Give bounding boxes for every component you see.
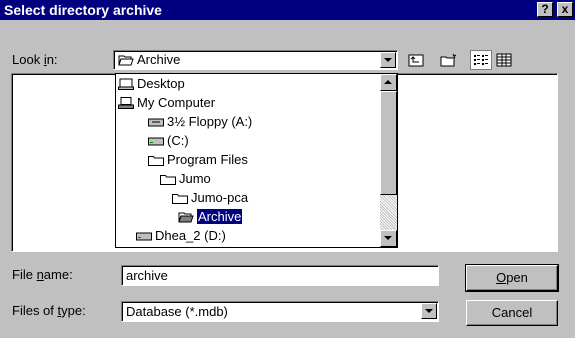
open-folder-icon <box>118 55 134 66</box>
look-in-label: Look in: <box>12 52 58 67</box>
floppy-drive-icon <box>148 118 164 127</box>
tree-item-floppy[interactable]: 3½ Floppy (A:) <box>148 112 252 131</box>
file-name-label: File name: <box>12 267 73 282</box>
tree-item-jumo-pca[interactable]: Jumo-pca <box>172 188 248 207</box>
tree-item-archive[interactable]: Archive <box>178 207 243 226</box>
look-in-dropdown-button[interactable] <box>380 52 396 68</box>
tree-item-c-drive[interactable]: (C:) <box>148 131 189 150</box>
chevron-down-icon <box>425 309 433 313</box>
cancel-button[interactable]: Cancel <box>466 300 558 326</box>
list-view-icon <box>474 55 488 65</box>
new-folder-icon <box>440 53 457 67</box>
folder-icon <box>160 174 176 185</box>
scroll-up-button[interactable] <box>380 74 397 91</box>
look-in-combo[interactable]: Archive <box>113 50 398 70</box>
scroll-down-button[interactable] <box>380 230 397 247</box>
close-button[interactable]: x <box>557 2 573 17</box>
tree-item-d-drive[interactable]: Dhea_2 (D:) <box>136 226 226 245</box>
title-bar[interactable]: Select directory archive ? x <box>0 0 575 20</box>
look-in-dropdown-list[interactable]: Desktop My Computer 3½ Floppy (A:) (C:) … <box>115 73 398 248</box>
files-of-type-select[interactable]: Database (*.mdb) <box>121 301 439 322</box>
open-folder-icon <box>178 212 194 223</box>
scroll-thumb[interactable] <box>380 91 397 195</box>
up-one-level-button[interactable] <box>405 50 427 70</box>
list-view-button[interactable] <box>470 50 492 70</box>
hard-drive-icon <box>148 137 164 146</box>
new-folder-button[interactable] <box>438 50 460 70</box>
chevron-up-icon <box>384 80 392 84</box>
tree-item-my-computer[interactable]: My Computer <box>118 93 215 112</box>
dropdown-scrollbar[interactable] <box>380 74 397 247</box>
details-view-button[interactable] <box>493 50 515 70</box>
files-of-type-label: Files of type: <box>12 303 86 318</box>
files-of-type-dropdown-button[interactable] <box>421 303 437 319</box>
hard-drive-icon <box>136 232 152 241</box>
help-button[interactable]: ? <box>537 2 553 17</box>
look-in-value: Archive <box>137 52 181 67</box>
window-title: Select directory archive <box>4 2 162 18</box>
file-name-input[interactable]: archive <box>121 265 439 286</box>
folder-icon <box>172 193 188 204</box>
chevron-down-icon <box>384 58 392 62</box>
folder-icon <box>148 155 164 166</box>
open-button[interactable]: Open <box>465 264 559 292</box>
computer-icon <box>118 96 134 109</box>
tree-item-program-files[interactable]: Program Files <box>148 150 248 169</box>
chevron-down-icon <box>384 236 392 240</box>
details-view-icon <box>496 53 512 67</box>
up-one-level-icon <box>408 54 424 67</box>
desktop-icon <box>118 78 134 90</box>
tree-item-jumo[interactable]: Jumo <box>160 169 211 188</box>
tree-item-desktop[interactable]: Desktop <box>118 74 185 93</box>
